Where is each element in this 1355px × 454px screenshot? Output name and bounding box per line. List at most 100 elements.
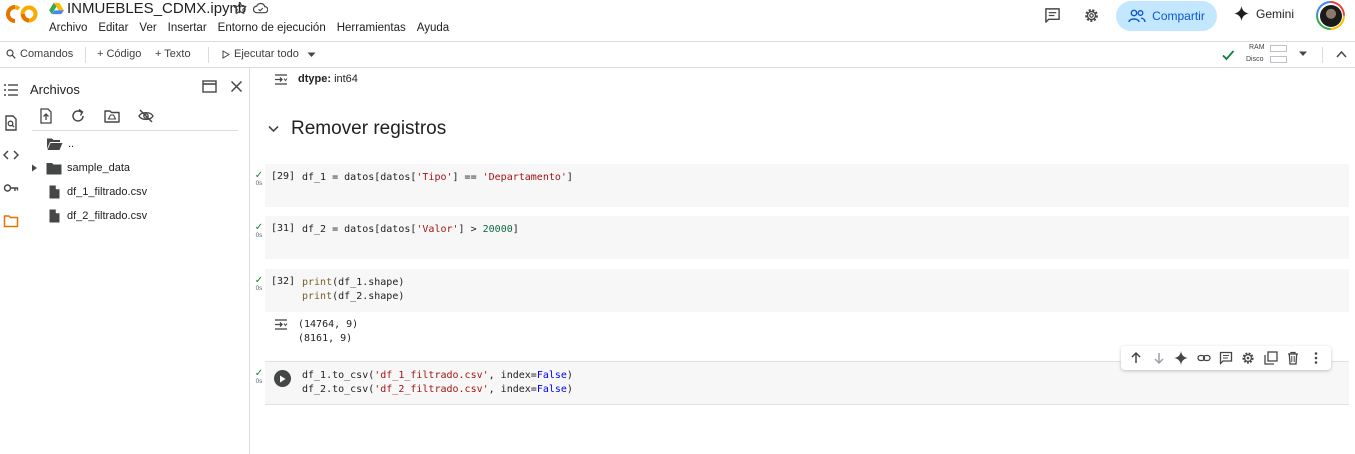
cell-exec-time: 0s: [255, 285, 263, 292]
menu-ver[interactable]: Ver: [139, 22, 156, 34]
cell-status: ✓ 0s: [254, 222, 264, 240]
files-divider: [32, 130, 238, 131]
cell-exec-time: 0s: [255, 232, 263, 239]
code-cell[interactable]: [29] df_1 = datos[datos['Tipo'] == 'Depa…: [265, 164, 1349, 207]
key-icon[interactable]: [3, 180, 19, 196]
tree-item-parent[interactable]: ..: [46, 135, 74, 153]
find-in-document-icon[interactable]: [3, 115, 19, 131]
chevron-down-icon[interactable]: [268, 125, 279, 133]
commands-button[interactable]: Comandos: [6, 48, 73, 60]
cell-toolbar: [1121, 346, 1331, 370]
files-panel-title: Archivos: [30, 82, 80, 97]
toolbar-divider: [208, 47, 209, 63]
cell-status: ✓ 0s: [254, 368, 264, 386]
close-icon[interactable]: [230, 80, 243, 93]
menu-ayuda[interactable]: Ayuda: [417, 22, 449, 34]
menu-entorno[interactable]: Entorno de ejecución: [218, 22, 326, 34]
menu-herramientas[interactable]: Herramientas: [337, 22, 406, 34]
tree-item-df1[interactable]: df_1_filtrado.csv: [49, 183, 147, 201]
code-editor[interactable]: df_1 = datos[datos['Tipo'] == 'Departame…: [302, 171, 573, 185]
ram-usage-bar[interactable]: [1270, 45, 1287, 52]
code-line: print(df_1.shape): [302, 277, 405, 288]
output-line: (14764, 9): [298, 319, 359, 330]
dtype-label: dtype:: [298, 73, 331, 85]
menu-editar[interactable]: Editar: [98, 22, 128, 34]
table-of-contents-icon[interactable]: [3, 82, 19, 98]
comment-icon[interactable]: [1219, 351, 1233, 365]
file-icon: [49, 209, 60, 223]
cell-exec-count: [31]: [271, 223, 296, 234]
chevron-down-icon[interactable]: [307, 52, 316, 58]
gear-icon[interactable]: [1083, 7, 1100, 24]
colab-logo-icon[interactable]: [6, 4, 38, 24]
play-icon: [280, 375, 286, 382]
mirror-cell-icon[interactable]: [1264, 351, 1278, 365]
folder-icon[interactable]: [3, 213, 19, 229]
move-down-icon[interactable]: [1152, 351, 1166, 365]
drive-icon[interactable]: [49, 2, 64, 15]
hide-files-icon[interactable]: [138, 108, 154, 124]
menu-bar: Archivo Editar Ver Insertar Entorno de e…: [49, 22, 460, 34]
output-toggle-icon[interactable]: [274, 73, 288, 85]
output-toggle-icon[interactable]: [274, 319, 288, 330]
cell-output: (14764, 9) (8161, 9): [274, 318, 358, 346]
toolbar-divider: [85, 47, 86, 63]
toolbar-divider: [1322, 47, 1323, 63]
avatar[interactable]: [1316, 1, 1345, 30]
chevron-right-icon[interactable]: [31, 164, 38, 172]
mount-drive-icon[interactable]: [104, 108, 120, 124]
tree-item-label: df_1_filtrado.csv: [67, 186, 148, 198]
code-editor[interactable]: print(df_1.shape) print(df_2.shape): [302, 276, 404, 304]
cell-exec-time: 0s: [255, 378, 263, 385]
tree-item-sample-data[interactable]: sample_data: [31, 159, 130, 177]
notebook-area: dtype: int64 Remover registros ✓ 0s [29] …: [251, 68, 1355, 454]
code-cell[interactable]: [32] print(df_1.shape) print(df_2.shape): [265, 269, 1349, 312]
run-all-label: Ejecutar todo: [234, 48, 299, 60]
previous-output: dtype: int64: [274, 73, 358, 85]
tree-item-df2[interactable]: df_2_filtrado.csv: [49, 207, 147, 225]
gear-icon[interactable]: [1241, 351, 1255, 365]
add-code-button[interactable]: + Código: [97, 48, 141, 60]
section-title: Remover registros: [291, 118, 447, 139]
dtype-value: int64: [334, 73, 358, 85]
code-line: df_1 = datos[datos['Tipo'] == 'Departame…: [302, 172, 573, 183]
add-text-button[interactable]: + Texto: [155, 48, 191, 60]
left-rail: [0, 68, 24, 454]
add-text-label: + Texto: [155, 48, 191, 60]
connected-check-icon[interactable]: [1221, 48, 1235, 62]
link-icon[interactable]: [1196, 351, 1211, 365]
people-icon: [1128, 9, 1146, 23]
notebook-title[interactable]: INMUEBLES_CDMX.ipynb: [67, 0, 246, 17]
add-code-label: + Código: [97, 48, 142, 60]
share-button[interactable]: Compartir: [1116, 1, 1217, 31]
more-options-icon[interactable]: [1309, 351, 1323, 365]
upload-file-icon[interactable]: [38, 108, 54, 124]
code-editor[interactable]: df_1.to_csv('df_1_filtrado.csv', index=F…: [302, 369, 573, 397]
cloud-saved-icon[interactable]: [253, 1, 268, 15]
run-cell-button[interactable]: [274, 370, 291, 387]
gemini-button[interactable]: Gemini: [1234, 6, 1294, 21]
run-all-button[interactable]: Ejecutar todo: [222, 48, 299, 60]
chevron-up-icon[interactable]: [1336, 50, 1347, 58]
star-icon[interactable]: [233, 1, 247, 15]
disk-usage-bar[interactable]: [1270, 56, 1287, 63]
delete-icon[interactable]: [1286, 351, 1300, 365]
chevron-down-icon[interactable]: [1298, 50, 1308, 58]
code-line: print(df_2.shape): [302, 291, 405, 302]
comment-icon[interactable]: [1044, 7, 1061, 24]
folder-icon: [46, 162, 62, 174]
code-cell[interactable]: [31] df_2 = datos[datos['Valor'] > 20000…: [265, 216, 1349, 259]
menu-archivo[interactable]: Archivo: [49, 22, 87, 34]
open-in-tab-icon[interactable]: [202, 80, 217, 93]
commands-label: Comandos: [20, 48, 74, 60]
code-editor[interactable]: df_2 = datos[datos['Valor'] > 20000]: [302, 223, 519, 237]
code-line: df_1.to_csv('df_1_filtrado.csv', index=F…: [302, 370, 573, 381]
gemini-sparkle-icon[interactable]: [1174, 351, 1189, 365]
refresh-icon[interactable]: [70, 108, 86, 124]
output-line: (8161, 9): [298, 333, 353, 344]
menu-insertar[interactable]: Insertar: [168, 22, 207, 34]
cell-exec-count: [32]: [271, 276, 296, 287]
code-snippets-icon[interactable]: [3, 147, 19, 163]
move-up-icon[interactable]: [1129, 351, 1143, 365]
cell-exec-time: 0s: [255, 180, 263, 187]
